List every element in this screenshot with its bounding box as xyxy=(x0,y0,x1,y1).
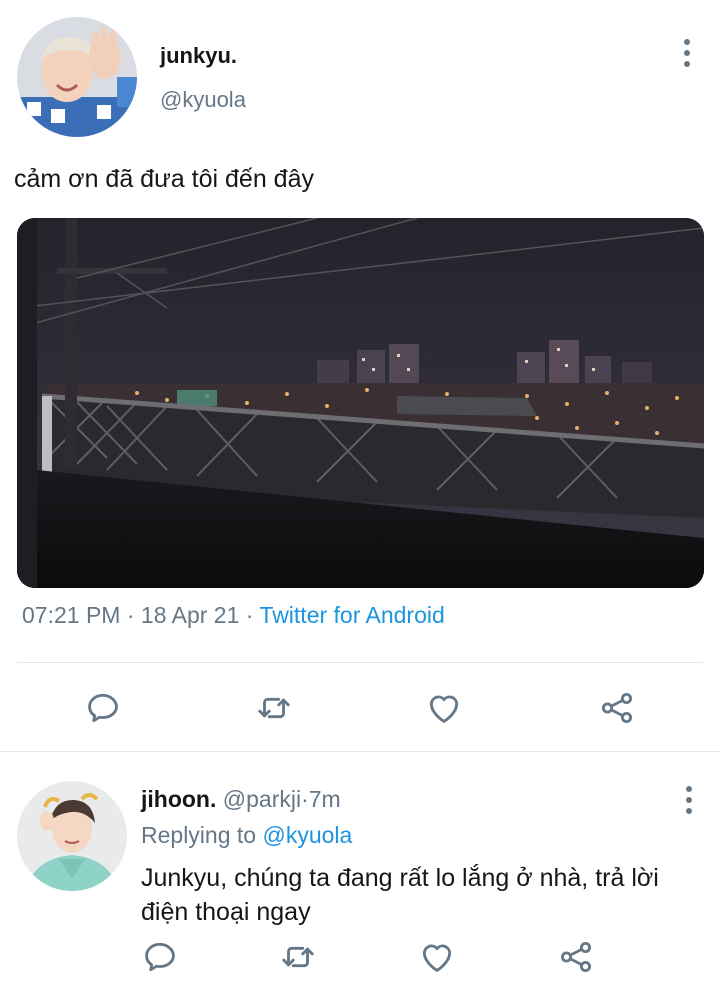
reply-text: Junkyu, chúng ta đang rất lo lắng ở nhà,… xyxy=(141,864,659,926)
author-handle[interactable]: @kyuola xyxy=(160,87,246,113)
meta-separator: · xyxy=(126,602,135,628)
retweet-icon xyxy=(258,697,290,719)
author-avatar[interactable] xyxy=(17,17,137,137)
share-button[interactable] xyxy=(556,937,596,977)
reply-button[interactable] xyxy=(83,688,123,728)
share-button[interactable] xyxy=(597,688,637,728)
more-vertical-icon[interactable] xyxy=(677,780,701,820)
reply-display-name[interactable]: jihoon. xyxy=(141,786,216,812)
share-icon xyxy=(601,692,633,724)
avatar-image xyxy=(17,17,137,137)
reply-separator: · xyxy=(301,786,309,812)
replying-label: Replying to xyxy=(141,822,257,848)
retweet-button[interactable] xyxy=(254,688,294,728)
reply-header: jihoon. @parkji·7m xyxy=(141,786,341,813)
share-icon xyxy=(560,941,592,973)
like-icon xyxy=(422,944,452,972)
reply-button[interactable] xyxy=(140,937,180,977)
retweet-button[interactable] xyxy=(278,937,318,977)
reply-time[interactable]: 7m xyxy=(309,786,341,812)
author-display-name[interactable]: junkyu. xyxy=(160,43,237,69)
like-button[interactable] xyxy=(424,688,464,728)
like-button[interactable] xyxy=(417,937,457,977)
like-icon xyxy=(429,695,459,723)
avatar-image xyxy=(17,781,127,891)
replying-to-handle[interactable]: @kyuola xyxy=(262,822,352,848)
tweet-text: cảm ơn đã đưa tôi đến đây xyxy=(14,165,314,193)
more-vertical-icon[interactable] xyxy=(675,33,699,73)
dot xyxy=(686,797,692,803)
tweet-meta: 07:21 PM · 18 Apr 21 · Twitter for Andro… xyxy=(22,602,445,629)
dot xyxy=(684,50,690,56)
divider xyxy=(17,662,703,663)
section-divider xyxy=(0,751,720,752)
tweet-media[interactable] xyxy=(17,218,704,588)
dot xyxy=(684,61,690,67)
media-photo xyxy=(17,218,704,588)
dot xyxy=(684,39,690,45)
reply-icon xyxy=(88,693,118,723)
reply-handle[interactable]: @parkji xyxy=(223,786,301,812)
reply-icon xyxy=(145,942,175,972)
dot xyxy=(686,808,692,814)
main-tweet: junkyu. @kyuola cảm ơn đã đưa tôi đến đâ… xyxy=(0,0,720,752)
replying-to: Replying to @kyuola xyxy=(141,822,352,849)
retweet-icon xyxy=(282,946,314,968)
tweet-time[interactable]: 07:21 PM xyxy=(22,602,120,628)
tweet-source[interactable]: Twitter for Android xyxy=(259,602,444,628)
reply-author-avatar[interactable] xyxy=(17,781,127,891)
meta-separator: · xyxy=(245,602,254,628)
dot xyxy=(686,786,692,792)
tweet-date[interactable]: 18 Apr 21 xyxy=(141,602,239,628)
